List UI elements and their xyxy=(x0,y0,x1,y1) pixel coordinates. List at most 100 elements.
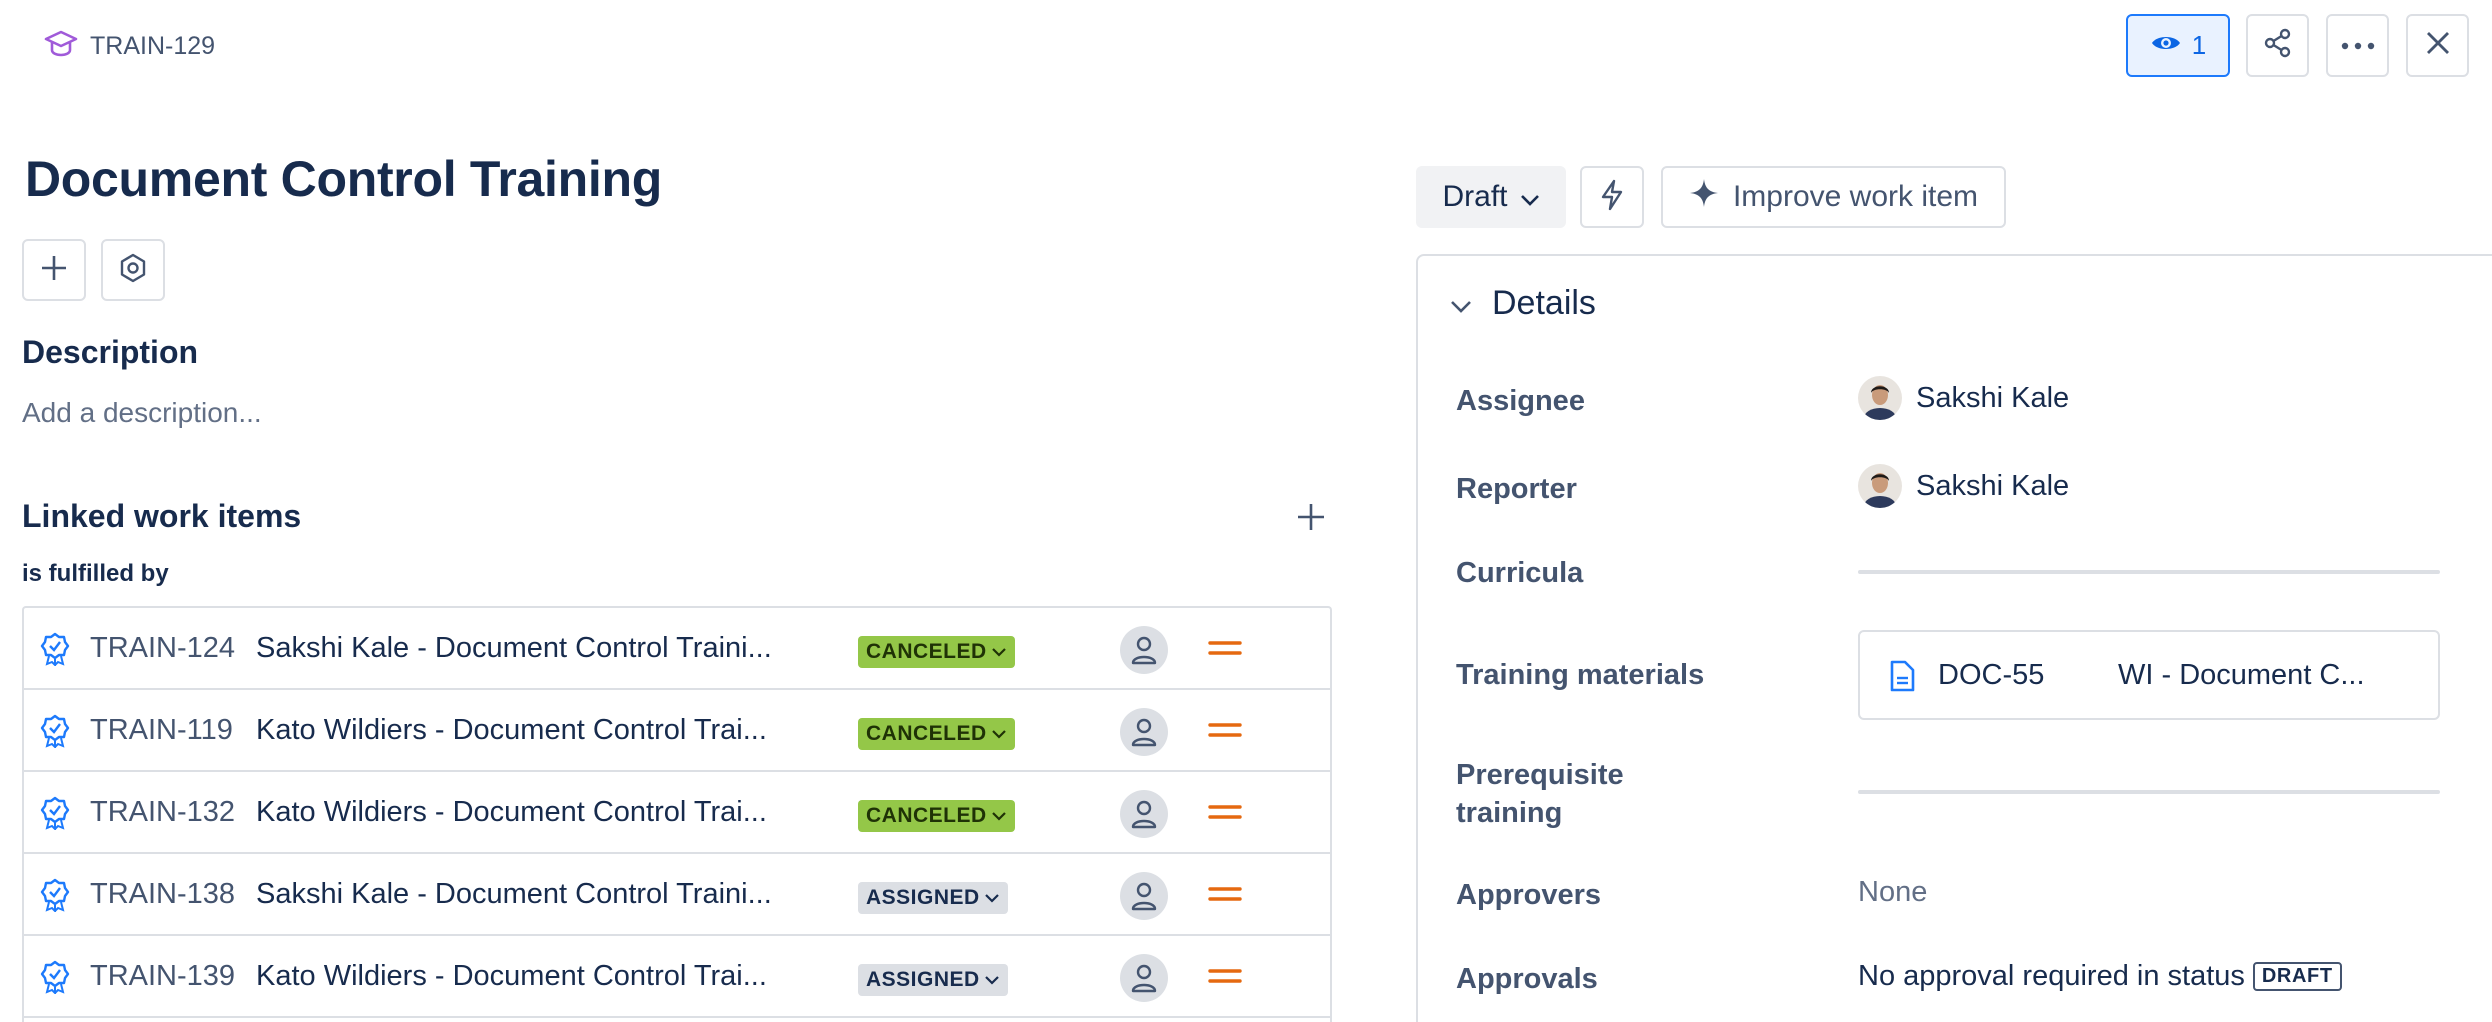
page-title[interactable]: Document Control Training xyxy=(25,150,662,208)
prerequisite-label-line2: training xyxy=(1456,797,1563,829)
linked-item-summary[interactable]: Kato Wildiers - Document Control Trai... xyxy=(256,714,767,747)
linked-item-key[interactable]: TRAIN-132 xyxy=(90,796,235,829)
issue-key-breadcrumb[interactable]: TRAIN-129 xyxy=(90,32,215,61)
table-row[interactable]: TRAIN-124 Sakshi Kale - Document Control … xyxy=(24,608,1330,690)
training-materials-label: Training materials xyxy=(1456,659,1705,691)
automation-button[interactable] xyxy=(1580,166,1644,228)
close-button[interactable] xyxy=(2406,14,2469,77)
status-dropdown[interactable]: ASSIGNED xyxy=(858,882,1008,914)
chevron-down-icon xyxy=(1520,180,1540,214)
close-icon xyxy=(2425,30,2451,61)
document-icon xyxy=(1888,660,1916,697)
linked-item-key[interactable]: TRAIN-138 xyxy=(90,878,235,911)
linked-item-key[interactable]: TRAIN-139 xyxy=(90,960,235,993)
priority-medium-icon xyxy=(1208,802,1242,827)
plus-icon xyxy=(1296,504,1326,536)
status-dropdown[interactable]: Draft xyxy=(1416,166,1566,228)
linked-item-key[interactable]: TRAIN-124 xyxy=(90,632,235,665)
avatar[interactable] xyxy=(1120,872,1168,920)
material-key: DOC-55 xyxy=(1938,658,2045,691)
priority-medium-icon xyxy=(1208,966,1242,991)
priority-medium-icon xyxy=(1208,884,1242,909)
person-icon xyxy=(1131,718,1157,747)
more-icon xyxy=(2341,37,2375,55)
avatar[interactable] xyxy=(1120,790,1168,838)
details-heading: Details xyxy=(1492,284,1596,322)
more-actions-button[interactable] xyxy=(2326,14,2389,77)
avatar[interactable] xyxy=(1120,626,1168,674)
watch-button[interactable]: 1 xyxy=(2126,14,2230,77)
reporter-label: Reporter xyxy=(1456,473,1577,505)
training-record-icon xyxy=(40,878,70,917)
linked-items-heading: Linked work items xyxy=(22,498,302,534)
status-badge: CANCELED xyxy=(866,640,987,663)
add-button[interactable] xyxy=(22,239,86,301)
status-badge: DRAFT xyxy=(2252,962,2342,991)
approvals-text: No approval required in status xyxy=(1858,960,2245,992)
linked-item-summary[interactable]: Kato Wildiers - Document Control Trai... xyxy=(256,960,767,993)
description-input[interactable]: Add a description... xyxy=(22,397,262,429)
watch-count: 1 xyxy=(2191,30,2207,60)
share-button[interactable] xyxy=(2246,14,2309,77)
approvals-label: Approvals xyxy=(1456,963,1598,995)
status-badge: CANCELED xyxy=(866,804,987,827)
person-icon xyxy=(1131,882,1157,911)
chevron-down-icon xyxy=(991,812,1006,821)
link-type-label: is fulfilled by xyxy=(22,560,169,587)
avatar xyxy=(1858,376,1902,420)
chevron-down-icon xyxy=(1450,284,1472,323)
sparkle-icon xyxy=(1689,178,1719,216)
add-link-button[interactable] xyxy=(1296,502,1326,537)
share-icon xyxy=(2263,28,2293,63)
lightning-icon xyxy=(1600,179,1624,216)
avatar xyxy=(1858,464,1902,508)
improve-work-item-button[interactable]: Improve work item xyxy=(1661,166,2006,228)
prerequisite-label: Prerequisite training xyxy=(1456,756,1624,832)
linked-item-key[interactable]: TRAIN-119 xyxy=(90,714,233,747)
plus-icon xyxy=(40,254,68,287)
status-badge: ASSIGNED xyxy=(866,886,980,909)
assignee-field[interactable]: Sakshi Kale xyxy=(1858,376,2069,420)
linked-item-summary[interactable]: Kato Wildiers - Document Control Trai... xyxy=(256,796,767,829)
curricula-label: Curricula xyxy=(1456,557,1584,589)
status-badge: ASSIGNED xyxy=(866,968,980,991)
linked-item-summary[interactable]: Sakshi Kale - Document Control Traini... xyxy=(256,878,772,911)
training-record-icon xyxy=(40,796,70,835)
training-record-icon xyxy=(40,960,70,999)
training-record-icon xyxy=(40,714,70,753)
status-dropdown[interactable]: CANCELED xyxy=(858,718,1015,750)
priority-medium-icon xyxy=(1208,720,1242,745)
approvals-field: No approval required in status DRAFT xyxy=(1858,960,2342,993)
table-row[interactable]: TRAIN-119 Kato Wildiers - Document Contro… xyxy=(24,690,1330,772)
apps-button[interactable] xyxy=(101,239,165,301)
reporter-name: Sakshi Kale xyxy=(1916,469,2070,502)
details-panel: Details Assignee Sakshi Kale Reporter Sa… xyxy=(1416,254,2492,1022)
avatar[interactable] xyxy=(1120,954,1168,1002)
status-label: Draft xyxy=(1442,180,1508,213)
chevron-down-icon xyxy=(991,730,1006,739)
person-icon xyxy=(1131,964,1157,993)
linked-items-table: TRAIN-124 Sakshi Kale - Document Control … xyxy=(22,606,1332,1022)
person-icon xyxy=(1131,636,1157,665)
breadcrumb[interactable]: TRAIN-129 xyxy=(44,28,215,64)
status-dropdown[interactable]: CANCELED xyxy=(858,636,1015,668)
status-dropdown[interactable]: ASSIGNED xyxy=(858,964,1008,996)
status-dropdown[interactable]: CANCELED xyxy=(858,800,1015,832)
chevron-down-icon xyxy=(991,648,1006,657)
linked-item-summary[interactable]: Sakshi Kale - Document Control Traini... xyxy=(256,632,772,665)
curricula-field[interactable] xyxy=(1858,570,2440,574)
table-row[interactable]: TRAIN-138 Sakshi Kale - Document Control … xyxy=(24,854,1330,936)
chevron-down-icon xyxy=(984,976,999,985)
details-toggle[interactable]: Details xyxy=(1450,284,1596,323)
table-row[interactable]: TRAIN-139 Kato Wildiers - Document Contro… xyxy=(24,936,1330,1018)
hexagon-settings-icon xyxy=(118,253,148,288)
table-row[interactable]: TRAIN-132 Kato Wildiers - Document Contro… xyxy=(24,772,1330,854)
training-record-icon xyxy=(40,632,70,671)
status-badge: CANCELED xyxy=(866,722,987,745)
prerequisite-field[interactable] xyxy=(1858,790,2440,794)
assignee-label: Assignee xyxy=(1456,385,1585,417)
reporter-field[interactable]: Sakshi Kale xyxy=(1858,464,2069,508)
approvers-field[interactable]: None xyxy=(1858,876,1927,909)
training-material-card[interactable]: DOC-55 WI - Document C... xyxy=(1858,630,2440,720)
avatar[interactable] xyxy=(1120,708,1168,756)
